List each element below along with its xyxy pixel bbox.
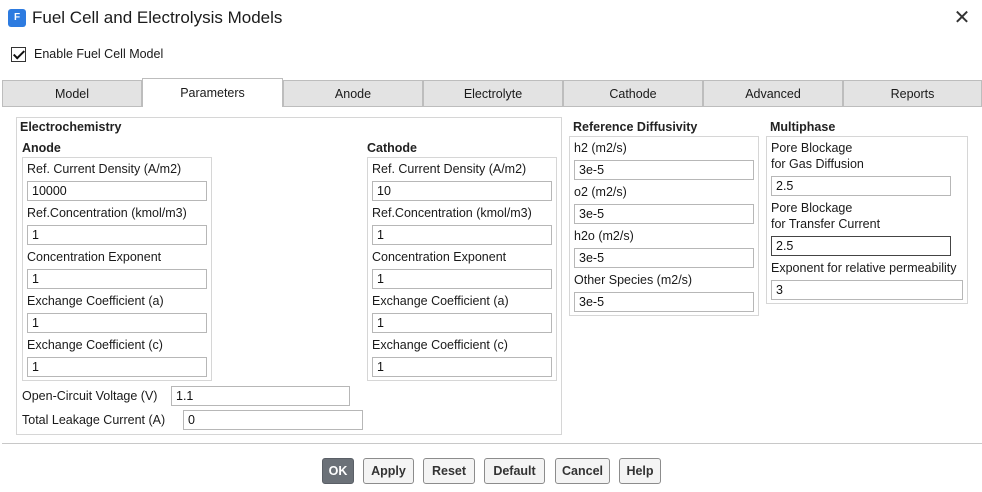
cathode-exchange-coeff-a-label: Exchange Coefficient (a) bbox=[372, 294, 509, 308]
exponent-relative-permeability-label: Exponent for relative permeability bbox=[771, 261, 957, 275]
o2-diffusivity-label: o2 (m2/s) bbox=[574, 185, 627, 199]
anode-exchange-coeff-a-input[interactable] bbox=[27, 313, 207, 333]
cancel-button[interactable]: Cancel bbox=[555, 458, 610, 484]
cathode-ref-current-density-label: Ref. Current Density (A/m2) bbox=[372, 162, 527, 176]
cathode-exchange-coeff-c-input[interactable] bbox=[372, 357, 552, 377]
tab-cathode[interactable]: Cathode bbox=[563, 80, 703, 107]
pore-blockage-gas-label-2: for Gas Diffusion bbox=[771, 157, 864, 171]
pore-blockage-transfer-label-1: Pore Blockage bbox=[771, 201, 853, 215]
other-species-diffusivity-input[interactable] bbox=[574, 292, 754, 312]
h2o-diffusivity-input[interactable] bbox=[574, 248, 754, 268]
tab-anode[interactable]: Anode bbox=[283, 80, 423, 107]
tab-electrolyte[interactable]: Electrolyte bbox=[423, 80, 563, 107]
title-bar: F Fuel Cell and Electrolysis Models ✕ bbox=[0, 0, 982, 36]
close-icon[interactable]: ✕ bbox=[950, 6, 974, 30]
other-species-diffusivity-label: Other Species (m2/s) bbox=[574, 273, 693, 287]
window-title: Fuel Cell and Electrolysis Models bbox=[32, 8, 283, 27]
anode-exchange-coeff-a-label: Exchange Coefficient (a) bbox=[27, 294, 164, 308]
anode-concentration-exponent-input[interactable] bbox=[27, 269, 207, 289]
help-button[interactable]: Help bbox=[619, 458, 661, 484]
cathode-ref-current-density-input[interactable] bbox=[372, 181, 552, 201]
default-button[interactable]: Default bbox=[484, 458, 545, 484]
pore-blockage-transfer-label-2: for Transfer Current bbox=[771, 217, 881, 231]
exponent-relative-permeability-input[interactable] bbox=[771, 280, 963, 300]
open-circuit-voltage-label: Open-Circuit Voltage (V) bbox=[22, 389, 158, 403]
anode-title: Anode bbox=[22, 141, 61, 155]
ok-button[interactable]: OK bbox=[322, 458, 354, 484]
open-circuit-voltage-input[interactable] bbox=[171, 386, 350, 406]
anode-ref-concentration-label: Ref.Concentration (kmol/m3) bbox=[27, 206, 187, 220]
enable-fuel-cell-label: Enable Fuel Cell Model bbox=[34, 47, 164, 61]
anode-concentration-exponent-label: Concentration Exponent bbox=[27, 250, 162, 264]
cathode-concentration-exponent-input[interactable] bbox=[372, 269, 552, 289]
anode-ref-current-density-label: Ref. Current Density (A/m2) bbox=[27, 162, 182, 176]
tab-advanced[interactable]: Advanced bbox=[703, 80, 843, 107]
tab-model[interactable]: Model bbox=[2, 80, 142, 107]
anode-ref-current-density-input[interactable] bbox=[27, 181, 207, 201]
cathode-ref-concentration-label: Ref.Concentration (kmol/m3) bbox=[372, 206, 532, 220]
pore-blockage-gas-label-1: Pore Blockage bbox=[771, 141, 853, 155]
reference-diffusivity-title: Reference Diffusivity bbox=[573, 120, 698, 134]
pore-blockage-gas-input[interactable] bbox=[771, 176, 951, 196]
total-leakage-current-input[interactable] bbox=[183, 410, 363, 430]
h2-diffusivity-input[interactable] bbox=[574, 160, 754, 180]
cathode-concentration-exponent-label: Concentration Exponent bbox=[372, 250, 507, 264]
app-logo-icon: F bbox=[8, 9, 26, 27]
o2-diffusivity-input[interactable] bbox=[574, 204, 754, 224]
enable-fuel-cell-checkbox[interactable] bbox=[11, 46, 26, 62]
tab-reports[interactable]: Reports bbox=[843, 80, 982, 107]
electrochemistry-title: Electrochemistry bbox=[20, 120, 122, 134]
anode-ref-concentration-input[interactable] bbox=[27, 225, 207, 245]
cathode-title: Cathode bbox=[367, 141, 417, 155]
h2o-diffusivity-label: h2o (m2/s) bbox=[574, 229, 634, 243]
anode-exchange-coeff-c-input[interactable] bbox=[27, 357, 207, 377]
cathode-ref-concentration-input[interactable] bbox=[372, 225, 552, 245]
pore-blockage-transfer-input[interactable] bbox=[771, 236, 951, 256]
cathode-exchange-coeff-a-input[interactable] bbox=[372, 313, 552, 333]
total-leakage-current-label: Total Leakage Current (A) bbox=[22, 413, 166, 427]
tab-parameters[interactable]: Parameters bbox=[142, 78, 283, 107]
enable-fuel-cell-row[interactable]: Enable Fuel Cell Model bbox=[11, 45, 163, 63]
multiphase-title: Multiphase bbox=[770, 120, 836, 134]
anode-exchange-coeff-c-label: Exchange Coefficient (c) bbox=[27, 338, 163, 352]
reset-button[interactable]: Reset bbox=[423, 458, 475, 484]
tab-bar: Model Parameters Anode Electrolyte Catho… bbox=[2, 78, 982, 107]
apply-button[interactable]: Apply bbox=[363, 458, 414, 484]
h2-diffusivity-label: h2 (m2/s) bbox=[574, 141, 627, 155]
button-separator bbox=[2, 443, 982, 444]
cathode-exchange-coeff-c-label: Exchange Coefficient (c) bbox=[372, 338, 508, 352]
